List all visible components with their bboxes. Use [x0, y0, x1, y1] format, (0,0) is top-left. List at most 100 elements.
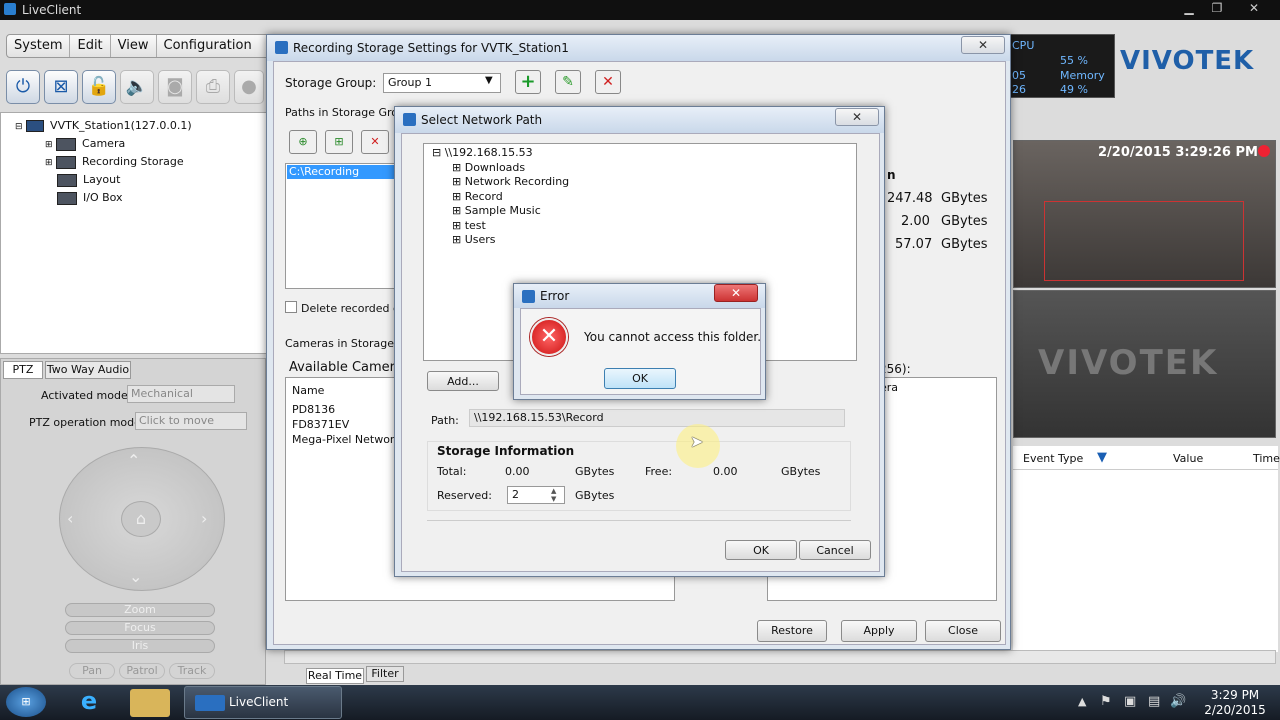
add-path-icon[interactable]: ⊕ — [289, 130, 317, 154]
apply-button[interactable]: Apply — [841, 620, 917, 642]
chevron-down-icon[interactable]: ▼ — [485, 75, 493, 86]
minimize-button[interactable]: ▁ — [1178, 1, 1200, 17]
storage-dialog-close-button[interactable]: ✕ — [961, 36, 1005, 54]
tab-filter[interactable]: Filter — [366, 666, 404, 682]
activated-mode-select[interactable]: Mechanical — [127, 385, 235, 403]
recording-indicator-icon — [1258, 145, 1270, 157]
folder-icon — [56, 155, 77, 169]
network-dialog-titlebar: Select Network Path — [395, 107, 884, 133]
video-pane-1[interactable]: 2/20/2015 3:29:26 PM — [1013, 140, 1276, 288]
delete-group-icon[interactable]: ✕ — [595, 70, 621, 94]
memory-value: 49 % — [1060, 83, 1088, 96]
export-icon[interactable]: ⊠ — [44, 70, 78, 104]
folder-icon[interactable] — [130, 689, 170, 717]
patrol-button[interactable]: Patrol — [119, 663, 165, 679]
pan-button[interactable]: Pan — [69, 663, 115, 679]
folder-test[interactable]: ⊞ test — [452, 219, 486, 232]
zoom-slider[interactable]: Zoom — [65, 603, 215, 617]
clock-time[interactable]: 3:29 PM — [1200, 688, 1270, 702]
track-button[interactable]: Track — [169, 663, 215, 679]
network-path-icon[interactable]: ⊞ — [325, 130, 353, 154]
camera-snapshot-icon[interactable]: ◙ — [158, 70, 192, 104]
storage-group-select[interactable]: Group 1 — [383, 73, 501, 93]
tree-item-recording-storage[interactable]: ⊞ Recording Storage — [45, 155, 184, 169]
computer-icon — [26, 120, 45, 132]
tab-real-time[interactable]: Real Time — [306, 668, 364, 684]
add-button[interactable]: Add... — [427, 371, 499, 391]
tree-item-io-box[interactable]: I/O Box — [57, 191, 123, 205]
network-cancel-button[interactable]: Cancel — [799, 540, 871, 560]
time-header[interactable]: Time — [1253, 452, 1280, 465]
folder-record[interactable]: ⊞ Record — [452, 190, 503, 203]
folder-sample-music[interactable]: ⊞ Sample Music — [452, 204, 541, 217]
network-dialog-close-button[interactable]: ✕ — [835, 108, 879, 126]
folder-users[interactable]: ⊞ Users — [452, 233, 496, 246]
power-icon[interactable]: ⏻ — [6, 70, 40, 104]
network-icon[interactable]: ▤ — [1148, 694, 1160, 709]
taskbar-liveclient[interactable]: LiveClient — [184, 686, 342, 719]
video-pane-2[interactable]: VIVOTEK — [1013, 290, 1276, 438]
edit-pencil-icon[interactable]: ✎ — [555, 70, 581, 94]
clock-date[interactable]: 2/20/2015 — [1200, 703, 1270, 717]
error-ok-button[interactable]: OK — [604, 368, 676, 389]
print-icon[interactable]: ⎙ — [196, 70, 230, 104]
focus-slider[interactable]: Focus — [65, 621, 215, 635]
record-icon[interactable]: ● — [234, 70, 264, 104]
reserved-label: Reserved: — [437, 489, 492, 502]
remove-path-icon[interactable]: ✕ — [361, 130, 389, 154]
folder-network-recording[interactable]: ⊞ Network Recording — [452, 175, 569, 188]
home-icon[interactable]: ⌂ — [121, 501, 161, 537]
menu-edit[interactable]: Edit — [70, 35, 111, 57]
tree-root[interactable]: ⊟ VVTK_Station1(127.0.0.1) — [15, 119, 192, 132]
close-button[interactable]: Close — [925, 620, 1001, 642]
taskbar: ⊞ e LiveClient ▲ ⚑ ▣ ▤ 🔊 3:29 PM 2/20/20… — [0, 685, 1280, 720]
arrow-right-icon[interactable]: › — [201, 509, 207, 528]
add-group-icon[interactable]: + — [515, 70, 541, 94]
close-app-button[interactable]: ✕ — [1236, 1, 1272, 17]
arrow-left-icon[interactable]: ‹ — [67, 509, 73, 528]
speaker-icon[interactable]: 🔈 — [120, 70, 154, 104]
unlock-icon[interactable]: 🔓 — [82, 70, 116, 104]
restore-button[interactable]: Restore — [757, 620, 827, 642]
storage-group-label: Storage Group: — [285, 76, 377, 90]
network-root[interactable]: ⊟ \\192.168.15.53 — [432, 146, 533, 159]
folder-downloads[interactable]: ⊞ Downloads — [452, 161, 525, 174]
arrow-down-icon[interactable]: ⌄ — [129, 567, 142, 586]
arrow-up-icon[interactable]: ⌃ — [127, 451, 140, 470]
menu-system[interactable]: System — [7, 35, 71, 57]
delete-recorded-checkbox[interactable] — [285, 301, 297, 313]
network-ok-button[interactable]: OK — [725, 540, 797, 560]
error-close-button[interactable]: ✕ — [714, 284, 758, 302]
ptz-operation-mode-select[interactable]: Click to move — [135, 412, 247, 430]
start-button[interactable]: ⊞ — [6, 687, 46, 717]
value-header[interactable]: Value — [1173, 452, 1203, 465]
path-field[interactable]: \\192.168.15.53\Record — [469, 409, 845, 427]
iris-slider[interactable]: Iris — [65, 639, 215, 653]
volume-icon[interactable]: 🔊 — [1170, 694, 1186, 709]
info-value-1: 247.48 — [887, 191, 933, 206]
maximize-button[interactable]: ❐ — [1206, 1, 1228, 17]
tab-ptz[interactable]: PTZ — [3, 361, 43, 379]
event-type-header[interactable]: Event Type — [1023, 452, 1083, 465]
path-item[interactable]: C:\Recording — [287, 165, 395, 179]
tree-item-camera[interactable]: ⊞ Camera — [45, 137, 125, 151]
horizontal-scrollbar[interactable] — [284, 650, 1276, 664]
filter-icon[interactable]: ▼ — [1097, 450, 1107, 465]
browser-icon[interactable]: e — [72, 687, 106, 717]
network-dialog-title: Select Network Path — [421, 113, 543, 127]
name-column-header[interactable]: Name — [292, 384, 324, 397]
total-unit: GBytes — [575, 465, 615, 478]
menu-view[interactable]: View — [111, 35, 157, 57]
info-unit-3: GBytes — [941, 237, 988, 252]
app-title: LiveClient — [22, 3, 82, 17]
flag-icon[interactable]: ⚑ — [1100, 694, 1112, 709]
menu-configuration[interactable]: Configuration — [157, 35, 259, 57]
camera-item[interactable]: PD8136 — [292, 403, 335, 416]
tree-item-layout[interactable]: Layout — [57, 173, 120, 187]
show-hidden-icons[interactable]: ▲ — [1078, 695, 1086, 708]
info-value-2: 2.00 — [901, 214, 930, 229]
spinner-icon[interactable]: ▲ ▼ — [551, 487, 556, 503]
tab-two-way-audio[interactable]: Two Way Audio — [45, 361, 131, 379]
camera-item[interactable]: FD8371EV — [292, 418, 349, 431]
device-icon[interactable]: ▣ — [1124, 694, 1136, 709]
